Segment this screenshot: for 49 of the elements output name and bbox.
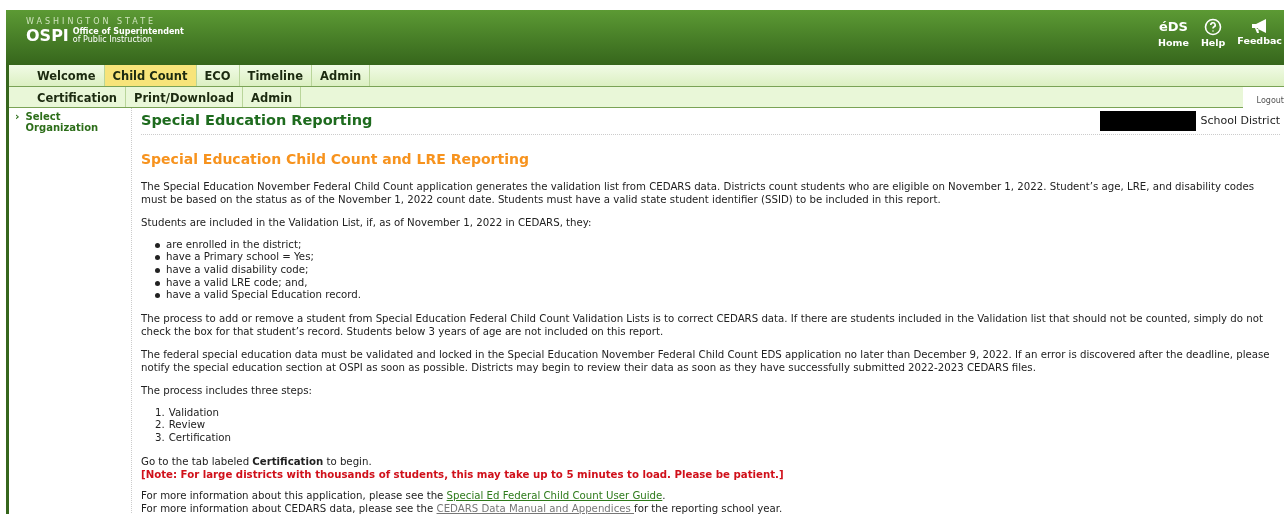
tab[interactable]: Timeline xyxy=(239,65,313,86)
info-text: For more information about this application, please see the Special Ed Federal Child Count User Guide. xyxy=(141,488,667,502)
subtab[interactable]: Print/Download xyxy=(126,87,243,107)
criteria-item: are enrolled in the district; xyxy=(166,238,302,252)
bullet-icon: › xyxy=(15,111,20,122)
page-title: Special Education Reporting xyxy=(141,111,373,130)
criteria-item: have a valid LRE code; and, xyxy=(166,276,308,290)
district-label: School District xyxy=(1200,112,1280,129)
tab[interactable]: ECO xyxy=(196,65,240,86)
tab[interactable]: Admin xyxy=(312,65,371,86)
step-number: 2. xyxy=(155,419,165,432)
step-number: 1. xyxy=(155,406,165,420)
step-item: Certification xyxy=(168,431,231,445)
section-heading: Special Education Child Count and LRE Reporting xyxy=(141,149,530,169)
step-item: Validation xyxy=(168,406,220,420)
tab[interactable]: Welcome xyxy=(29,65,105,86)
eds-logo: éDS xyxy=(1159,18,1188,36)
help-icon xyxy=(1204,18,1223,36)
bullet-icon xyxy=(155,267,160,273)
org-name: Office of Superintendent xyxy=(72,28,184,36)
bullet-icon xyxy=(155,242,160,248)
tab[interactable]: Child Count xyxy=(104,65,197,86)
criteria-intro: Students are included in the Validation List, if, as of November 1, 2022 in CEDARS, they: xyxy=(141,215,593,229)
note-text: [Note: For large districts with thousands of students, this may take up to 5 minutes to load. Please be patient.] xyxy=(141,467,785,481)
intro-text: The Special Education November Federal Child Count application generates the validation list from CEDARS data. Districts count students who are eligible on November 1, 2022. Student’s age, LRE, and disability codes must be based on the status as of the November 1, 2022 count date. Students must have a valid state student identifier (SSID) to be included in this report. xyxy=(141,179,1256,206)
start-text: Go to the tab labeled Certification to begin. xyxy=(141,454,373,468)
subtab[interactable]: Certification xyxy=(29,87,126,107)
process-text: The process to add or remove a student from Special Education Federal Child Count Validation Lists is to correct CEDARS data. If there are students included in the Validation list that should not be counted, simply do not check the box for that student’s record. Students below 3 years of age are not included on this report. xyxy=(141,311,1264,338)
criteria-item: have a valid disability code; xyxy=(166,263,309,277)
org-name: of Public Instruction xyxy=(72,36,153,44)
deadline-text: The federal special education data must be validated and locked in the Special Education November Federal Child Count EDS application no later than December 9, 2022. If an error is discovered after the deadline, please notify the special education section at OSPI as soon as possible. Districts may begin to review their data as soon as they have successfully submitted 2022-2023 CEDARS files. xyxy=(141,347,1271,374)
home-link[interactable]: éDS Home xyxy=(1158,18,1189,51)
help-link[interactable]: Help xyxy=(1200,18,1226,51)
bullet-icon xyxy=(155,255,160,261)
steps-intro: The process includes three steps: xyxy=(141,383,313,397)
criteria-item: have a Primary school = Yes; xyxy=(166,251,314,264)
sidebar-link[interactable]: Select Organization xyxy=(25,111,106,133)
feedback-link[interactable]: Feedbac xyxy=(1237,18,1282,51)
step-number: 3. xyxy=(155,431,165,445)
logo: OSPI xyxy=(26,28,69,44)
bullet-icon xyxy=(155,293,160,299)
subtab[interactable]: Admin xyxy=(243,87,302,107)
info-text: For more information about CEDARS data, please see the CEDARS Data Manual and Appendices for the reporting school year. xyxy=(141,501,784,514)
logout-link[interactable]: Logout xyxy=(1242,87,1284,108)
criteria-item: have a valid Special Education record. xyxy=(166,289,362,302)
state-label: WASHINGTON STATE xyxy=(26,16,158,27)
document-link[interactable]: CEDARS Data Manual and Appendices xyxy=(436,502,635,514)
bullet-icon xyxy=(155,280,160,286)
step-item: Review xyxy=(168,419,206,432)
